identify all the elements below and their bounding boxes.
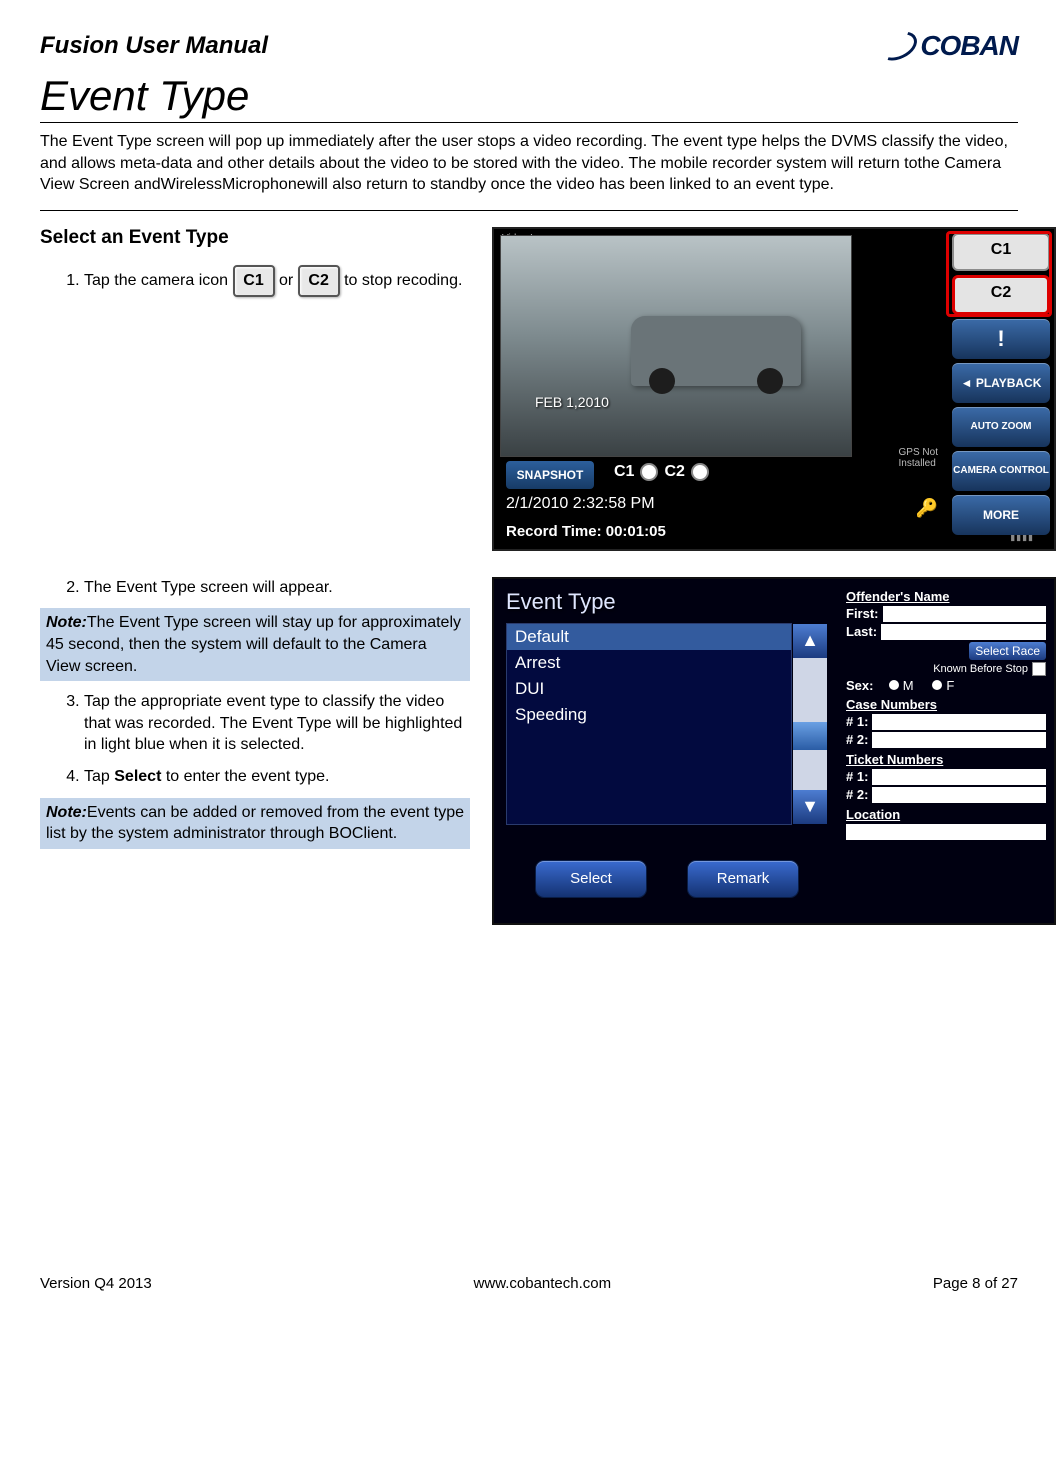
event-item-default[interactable]: Default [507, 624, 791, 650]
case-2-label: # 2: [846, 732, 868, 747]
ticket-1-input[interactable] [872, 769, 1046, 785]
side-alert-button[interactable]: ! [952, 319, 1050, 359]
snapshot-button[interactable]: SNAPSHOT [506, 461, 594, 489]
event-item-speeding[interactable]: Speeding [507, 702, 791, 728]
side-c2-button[interactable]: C2 [952, 275, 1050, 315]
step-1-or: or [279, 272, 298, 289]
c2-dot-icon [691, 463, 709, 481]
camera-indicators: C1 C2 [614, 463, 709, 481]
ticket-2-input[interactable] [872, 787, 1046, 803]
note-2: Note:Events can be added or removed from… [40, 798, 470, 849]
event-type-title: Event Type [506, 589, 616, 615]
first-label: First: [846, 606, 879, 621]
last-input[interactable] [881, 624, 1046, 640]
sex-label: Sex: [846, 678, 873, 693]
sex-f-radio[interactable] [932, 680, 942, 690]
location-header: Location [846, 807, 1046, 822]
step-3: Tap the appropriate event type to classi… [84, 691, 470, 756]
c1-icon: C1 [233, 265, 275, 297]
timestamp: 2/1/2010 2:32:58 PM [506, 495, 655, 513]
side-more-button[interactable]: MORE [952, 495, 1050, 535]
offender-name-header: Offender's Name [846, 589, 1046, 604]
ticket-numbers-header: Ticket Numbers [846, 752, 1046, 767]
scrollbar-track[interactable] [793, 658, 827, 790]
side-autozoom-button[interactable]: AUTO ZOOM [952, 407, 1050, 447]
step-4: Tap Select to enter the event type. [84, 766, 470, 788]
gps-status: GPS Not Installed [899, 447, 938, 469]
logo-swoosh-icon [875, 26, 922, 66]
logo-text: COBAN [920, 30, 1018, 62]
sex-m-label: M [903, 678, 914, 693]
scroll-up-button[interactable]: ▲ [793, 624, 827, 658]
case-2-input[interactable] [872, 732, 1046, 748]
footer-url: www.cobantech.com [474, 1275, 612, 1292]
c1-label: C1 [614, 463, 634, 481]
step-1-text-b: to stop recoding. [344, 272, 462, 289]
record-time: Record Time: 00:01:05 [506, 523, 666, 540]
camera-view-screenshot: Video Logo Ignition On FEB 1,2010 SNAPSH… [492, 227, 1056, 551]
step-2: The Event Type screen will appear. [84, 577, 470, 599]
event-type-list[interactable]: Default Arrest DUI Speeding ▲ ▼ [506, 623, 792, 825]
gps-line-2: Installed [899, 458, 938, 469]
side-camera-control-button[interactable]: CAMERA CONTROL [952, 451, 1050, 491]
intro-paragraph: The Event Type screen will pop up immedi… [40, 131, 1018, 196]
case-1-label: # 1: [846, 714, 868, 729]
subheading-select-event-type: Select an Event Type [40, 227, 470, 249]
event-type-screenshot: Event Type Default Arrest DUI Speeding ▲… [492, 577, 1056, 925]
scrollbar-thumb[interactable] [793, 722, 827, 750]
event-item-arrest[interactable]: Arrest [507, 650, 791, 676]
sex-f-label: F [946, 678, 954, 693]
step-4-c: to enter the event type. [161, 768, 329, 785]
location-input[interactable] [846, 824, 1046, 840]
ticket-2-label: # 2: [846, 787, 868, 802]
c2-icon: C2 [298, 265, 340, 297]
c2-label: C2 [664, 463, 684, 481]
last-label: Last: [846, 624, 877, 639]
case-numbers-header: Case Numbers [846, 697, 1046, 712]
note-1-text: The Event Type screen will stay up for a… [46, 614, 461, 674]
divider [40, 210, 1018, 211]
step-1-text-a: Tap the camera icon [84, 272, 233, 289]
c1-dot-icon [640, 463, 658, 481]
manual-title: Fusion User Manual [40, 32, 268, 60]
known-before-checkbox[interactable] [1032, 662, 1046, 676]
note-2-label: Note: [46, 804, 87, 821]
offender-form: Offender's Name First: Last: Select Race… [846, 585, 1046, 842]
select-button[interactable]: Select [536, 861, 646, 897]
known-before-label: Known Before Stop [933, 663, 1028, 675]
note-1: Note:The Event Type screen will stay up … [40, 608, 470, 681]
note-2-text: Events can be added or removed from the … [46, 804, 464, 843]
car-shape [631, 316, 801, 386]
brand-logo: COBAN [878, 30, 1018, 62]
side-playback-button[interactable]: ◄ PLAYBACK [952, 363, 1050, 403]
ticket-1-label: # 1: [846, 769, 868, 784]
step-4-b: Select [114, 768, 161, 785]
section-heading: Event Type [40, 72, 1018, 123]
step-1: Tap the camera icon C1 or C2 to stop rec… [84, 265, 470, 297]
scroll-down-button[interactable]: ▼ [793, 790, 827, 824]
event-item-dui[interactable]: DUI [507, 676, 791, 702]
side-c1-button[interactable]: C1 [952, 233, 1050, 271]
sex-m-radio[interactable] [889, 680, 899, 690]
gps-line-1: GPS Not [899, 447, 938, 458]
note-1-label: Note: [46, 614, 87, 631]
select-race-button[interactable]: Select Race [969, 642, 1046, 660]
first-input[interactable] [883, 606, 1047, 622]
footer-page: Page 8 of 27 [933, 1275, 1018, 1292]
key-icon[interactable]: 🔑 [916, 498, 938, 519]
feed-date-overlay: FEB 1,2010 [535, 394, 609, 410]
case-1-input[interactable] [872, 714, 1046, 730]
camera-feed: FEB 1,2010 [500, 235, 852, 457]
remark-button[interactable]: Remark [688, 861, 798, 897]
step-4-a: Tap [84, 768, 114, 785]
footer-version: Version Q4 2013 [40, 1275, 152, 1292]
